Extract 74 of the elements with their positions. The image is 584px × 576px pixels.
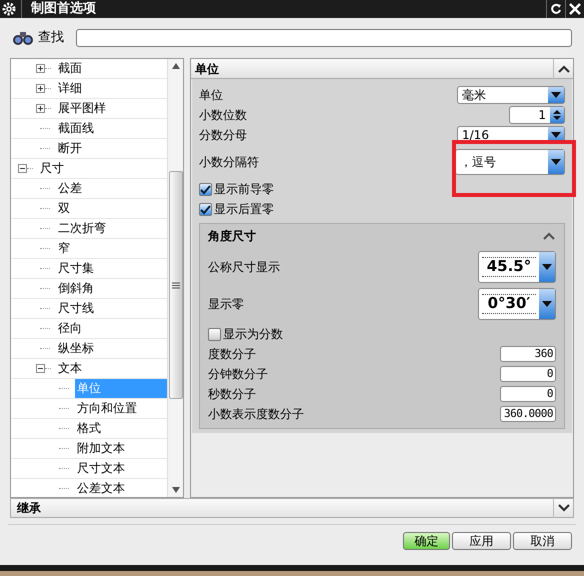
tree-item[interactable]: 截面线 (56, 119, 96, 138)
caret-icon (551, 131, 561, 139)
field-label: 小数表示度数分子 (208, 406, 304, 423)
expand-toggle[interactable] (36, 64, 45, 73)
field-label: 公称尺寸显示 (208, 258, 280, 276)
tree-item[interactable]: 方向和位置 (75, 399, 139, 418)
dropdown[interactable]: ，逗号 (455, 149, 565, 175)
tree-item[interactable]: 尺寸 (38, 159, 66, 178)
section-title: 角度尺寸 (208, 228, 256, 245)
tree-item[interactable]: 径向 (56, 319, 84, 338)
dropdown[interactable]: 毫米 (457, 86, 565, 104)
field-label: 分钟数分子 (208, 366, 268, 383)
tree-item[interactable]: 详细 (56, 79, 84, 98)
symbol-dropdown[interactable]: 0°30′ (478, 288, 556, 320)
checkbox-label: 显示为分数 (223, 326, 283, 343)
tree-item[interactable]: 断开 (56, 139, 84, 158)
spinner-field[interactable]: 1 (509, 106, 565, 124)
caret-icon (542, 262, 552, 270)
checkbox[interactable] (208, 328, 221, 340)
number-field[interactable]: 0 (500, 386, 556, 402)
window-title: 制图首选项 (31, 0, 97, 18)
dialog-button[interactable]: 取消 (513, 532, 572, 550)
tree-item[interactable]: 尺寸文本 (75, 459, 127, 478)
tree-item[interactable]: 附加文本 (75, 439, 127, 458)
number-field[interactable]: 360.0000 (500, 406, 556, 422)
tree-item[interactable]: 文本 (56, 359, 84, 378)
caret-icon (551, 158, 561, 166)
scroll-thumb[interactable] (168, 171, 183, 399)
tree-item[interactable]: 尺寸集 (56, 259, 96, 278)
field-label: 单位 (199, 87, 223, 104)
field-label: 分数分母 (199, 127, 247, 144)
collapse-toggle[interactable] (36, 364, 45, 373)
inherit-section[interactable]: 继承 (10, 498, 574, 518)
tree-item[interactable]: 窄 (56, 239, 72, 258)
tree-item[interactable]: 纵坐标 (56, 339, 96, 358)
collapse-toggle[interactable] (18, 164, 27, 173)
expand-toggle[interactable] (36, 104, 45, 113)
field-label: 显示零 (208, 296, 244, 312)
search-field[interactable] (76, 29, 572, 47)
section-title: 继承 (17, 500, 42, 517)
dialog-button[interactable]: 应用 (452, 532, 511, 550)
checkbox-label: 显示前导零 (214, 181, 274, 198)
tree-item[interactable]: 双 (56, 199, 72, 218)
tree-item[interactable]: 格式 (75, 419, 103, 438)
checkbox[interactable] (199, 182, 212, 196)
scroll-bar[interactable] (167, 59, 183, 497)
spin-arrows-icon[interactable] (553, 109, 561, 121)
expand-toggle[interactable] (36, 84, 45, 93)
gear-icon[interactable] (1, 1, 17, 17)
tree-item[interactable]: 公差文本 (75, 479, 127, 497)
dialog-button[interactable]: 确定 (403, 532, 450, 550)
number-field[interactable]: 0 (500, 366, 556, 382)
field-label: 度数分子 (208, 346, 256, 363)
tree-item[interactable]: 展平图样 (56, 99, 108, 118)
binoculars-icon (12, 30, 34, 46)
field-label: 小数位数 (199, 107, 247, 124)
caret-icon (542, 300, 552, 308)
field-label: 小数分隔符 (199, 154, 259, 171)
tree-item[interactable]: 尺寸线 (56, 299, 96, 318)
caret-icon (551, 91, 561, 99)
field-label: 秒数分子 (208, 386, 256, 403)
tree-item[interactable]: 截面 (56, 59, 84, 78)
expand-icon[interactable] (553, 498, 573, 518)
tree-item[interactable]: 二次折弯 (56, 219, 108, 238)
search-label: 查找 (38, 29, 64, 48)
scroll-down-icon[interactable] (172, 487, 180, 493)
number-field[interactable]: 360 (500, 346, 556, 362)
scroll-up-icon[interactable] (172, 63, 180, 69)
symbol-dropdown[interactable]: 45.5° (478, 250, 556, 282)
checkbox[interactable] (199, 202, 212, 216)
tree-item[interactable]: 公差 (56, 179, 84, 198)
section-title: 单位 (195, 60, 220, 78)
tree-item[interactable]: 倒斜角 (56, 279, 96, 298)
checkbox-label: 显示后置零 (214, 201, 274, 218)
